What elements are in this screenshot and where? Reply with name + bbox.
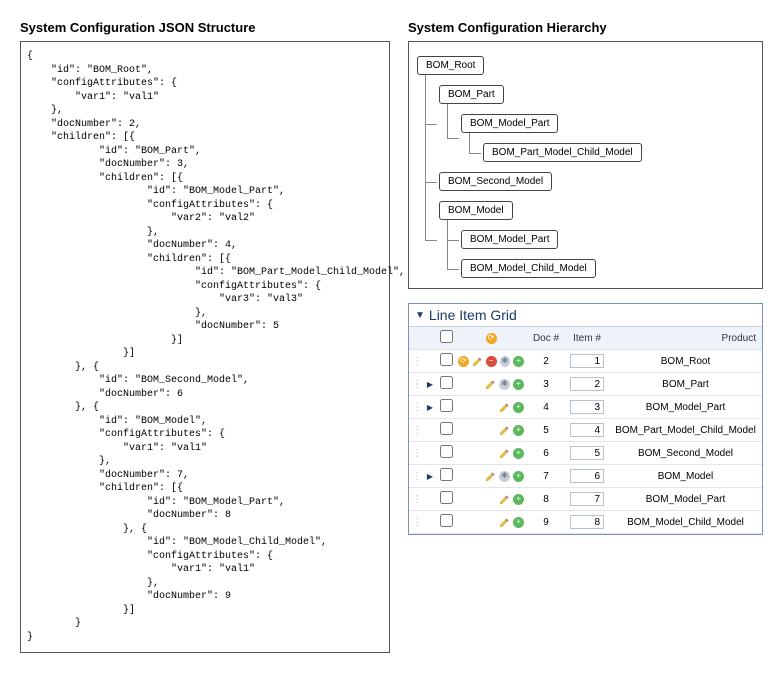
edit-icon[interactable]	[485, 471, 496, 482]
tree-node-part: BOM_Part	[439, 85, 504, 104]
tree-node-model-child: BOM_Model_Child_Model	[461, 259, 596, 278]
configure-icon[interactable]: ✱	[500, 356, 511, 367]
configure-icon[interactable]: ✱	[499, 471, 510, 482]
reconfigure-icon[interactable]: ⟳	[458, 356, 469, 367]
grid-collapse-icon[interactable]: ▼	[415, 310, 425, 321]
tree-node-root: BOM_Root	[417, 56, 484, 75]
product-name-cell: BOM_Part	[609, 373, 762, 396]
add-icon[interactable]: +	[513, 517, 524, 528]
col-header-doc: Doc #	[527, 327, 565, 350]
row-select-checkbox[interactable]	[440, 491, 453, 504]
expand-toggle-icon[interactable]: ▶	[427, 380, 433, 389]
product-name-cell: BOM_Model_Child_Model	[609, 511, 762, 534]
doc-number-cell: 4	[527, 396, 565, 419]
edit-icon[interactable]	[472, 356, 483, 367]
tree-node-model-part2: BOM_Model_Part	[461, 230, 558, 249]
item-number-input[interactable]: 8	[570, 515, 604, 529]
tree-node-part-model-child: BOM_Part_Model_Child_Model	[483, 143, 642, 162]
doc-number-cell: 7	[527, 465, 565, 488]
drag-handle-icon[interactable]: ⋮⋮	[412, 379, 423, 390]
select-all-checkbox[interactable]	[440, 330, 453, 343]
col-header-product: Product	[609, 327, 762, 350]
item-number-input[interactable]: 2	[570, 377, 604, 391]
doc-number-cell: 5	[527, 419, 565, 442]
edit-icon[interactable]	[499, 494, 510, 505]
edit-icon[interactable]	[499, 517, 510, 528]
tree-node-model-part: BOM_Model_Part	[461, 114, 558, 133]
item-number-input[interactable]: 3	[570, 400, 604, 414]
item-number-input[interactable]: 5	[570, 446, 604, 460]
table-row: ⋮⋮ +65 BOM_Second_Model	[409, 442, 762, 465]
drag-handle-icon[interactable]: ⋮⋮	[412, 425, 423, 436]
doc-number-cell: 9	[527, 511, 565, 534]
table-row: ⋮⋮ ⟳ −✱+21 BOM_Root	[409, 350, 762, 373]
hierarchy-panel: BOM_Root BOM_Part BOM_Model_Part	[408, 41, 763, 289]
product-name-cell: BOM_Model	[609, 465, 762, 488]
edit-icon[interactable]	[499, 425, 510, 436]
header-docs-icon[interactable]: ⟳	[486, 333, 497, 344]
product-name-cell: BOM_Model_Part	[609, 396, 762, 419]
doc-number-cell: 3	[527, 373, 565, 396]
table-row: ⋮⋮ +54 BOM_Part_Model_Child_Model	[409, 419, 762, 442]
item-number-input[interactable]: 1	[570, 354, 604, 368]
configure-icon[interactable]: ✱	[499, 379, 510, 390]
expand-toggle-icon[interactable]: ▶	[427, 472, 433, 481]
table-row: ⋮⋮ +98 BOM_Model_Child_Model	[409, 511, 762, 534]
add-icon[interactable]: +	[513, 471, 524, 482]
json-structure-panel: { "id": "BOM_Root", "configAttributes": …	[20, 41, 390, 653]
doc-number-cell: 6	[527, 442, 565, 465]
item-number-input[interactable]: 4	[570, 423, 604, 437]
line-item-grid-table: ⟳ Doc # Item # Product ⋮⋮⟳−✱+21BOM_Root⋮…	[409, 327, 762, 534]
edit-icon[interactable]	[485, 379, 496, 390]
edit-icon[interactable]	[499, 448, 510, 459]
doc-number-cell: 8	[527, 488, 565, 511]
col-header-item: Item #	[565, 327, 609, 350]
product-name-cell: BOM_Root	[609, 350, 762, 373]
row-select-checkbox[interactable]	[440, 353, 453, 366]
doc-number-cell: 2	[527, 350, 565, 373]
tree-node-second-model: BOM_Second_Model	[439, 172, 552, 191]
table-row: ⋮⋮ ▶ +43 BOM_Model_Part	[409, 396, 762, 419]
drag-handle-icon[interactable]: ⋮⋮	[412, 402, 423, 413]
json-structure-content: { "id": "BOM_Root", "configAttributes": …	[27, 50, 383, 644]
row-select-checkbox[interactable]	[440, 422, 453, 435]
drag-handle-icon[interactable]: ⋮⋮	[412, 494, 423, 505]
row-select-checkbox[interactable]	[440, 445, 453, 458]
row-select-checkbox[interactable]	[440, 399, 453, 412]
drag-handle-icon[interactable]: ⋮⋮	[412, 517, 423, 528]
tree-node-model: BOM_Model	[439, 201, 513, 220]
product-name-cell: BOM_Part_Model_Child_Model	[609, 419, 762, 442]
json-structure-title: System Configuration JSON Structure	[20, 20, 390, 35]
item-number-input[interactable]: 7	[570, 492, 604, 506]
drag-handle-icon[interactable]: ⋮⋮	[412, 471, 423, 482]
add-icon[interactable]: +	[513, 379, 524, 390]
table-row: ⋮⋮ ▶ ✱+76 BOM_Model	[409, 465, 762, 488]
row-select-checkbox[interactable]	[440, 468, 453, 481]
product-name-cell: BOM_Model_Part	[609, 488, 762, 511]
add-icon[interactable]: +	[513, 494, 524, 505]
edit-icon[interactable]	[499, 402, 510, 413]
line-item-grid-panel: ▼ Line Item Grid ⟳ Doc # Item #	[408, 303, 763, 535]
remove-icon[interactable]: −	[486, 356, 497, 367]
table-row: ⋮⋮ +87 BOM_Model_Part	[409, 488, 762, 511]
row-select-checkbox[interactable]	[440, 376, 453, 389]
expand-toggle-icon[interactable]: ▶	[427, 403, 433, 412]
row-select-checkbox[interactable]	[440, 514, 453, 527]
grid-title-text: Line Item Grid	[429, 307, 517, 323]
table-row: ⋮⋮ ▶ ✱+32 BOM_Part	[409, 373, 762, 396]
item-number-input[interactable]: 6	[570, 469, 604, 483]
add-icon[interactable]: +	[513, 356, 524, 367]
hierarchy-title: System Configuration Hierarchy	[408, 20, 763, 35]
drag-handle-icon[interactable]: ⋮⋮	[412, 356, 423, 367]
add-icon[interactable]: +	[513, 448, 524, 459]
add-icon[interactable]: +	[513, 402, 524, 413]
product-name-cell: BOM_Second_Model	[609, 442, 762, 465]
add-icon[interactable]: +	[513, 425, 524, 436]
drag-handle-icon[interactable]: ⋮⋮	[412, 448, 423, 459]
